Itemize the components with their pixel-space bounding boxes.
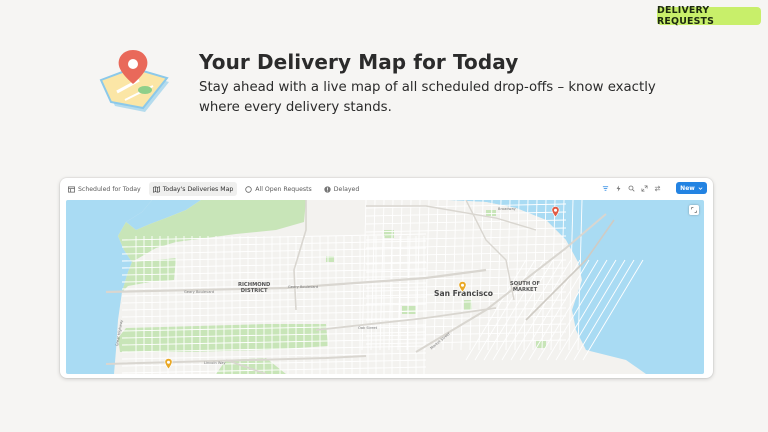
tab-label: Delayed [333,185,360,193]
delivery-pin-sf[interactable] [458,281,467,293]
map-fullscreen-button[interactable] [689,205,699,215]
view-tabs: Scheduled for Today Today's Deliveries M… [64,182,363,196]
map-label-oak: Oak Street [358,326,378,330]
map-label-broadway: Broadway [498,207,516,211]
page-title: Your Delivery Map for Today [199,50,519,74]
tab-todays-deliveries-map[interactable]: Today's Deliveries Map [148,182,238,196]
map-label-geary-east: Geary Boulevard [288,285,319,289]
map-label-geary: Geary Boulevard [184,290,215,294]
alert-icon [324,185,331,193]
tab-label: Today's Deliveries Map [162,185,234,193]
delivery-map[interactable]: RICHMOND DISTRICT San Francisco SOUTH OF… [66,200,704,374]
map-pin-illustration [95,44,177,118]
map-icon [152,185,160,193]
chevron-down-icon [698,186,703,190]
delivery-requests-badge: DELIVERY REQUESTS [657,5,761,27]
delivery-pin-northeast[interactable] [551,206,560,218]
tab-label: Scheduled for Today [78,185,141,193]
lightning-icon[interactable] [614,184,622,192]
map-label-soma: SOUTH OF MARKET [510,281,540,293]
view-tools [601,184,661,192]
new-button-label: New [680,184,695,192]
map-label-lincoln: Lincoln Way [204,361,226,365]
tab-all-open-requests[interactable]: All Open Requests [241,182,316,196]
expand-icon[interactable] [640,184,648,192]
map-canvas [66,200,704,374]
circle-icon [245,185,252,193]
page-subtitle: Stay ahead with a live map of all schedu… [199,80,656,115]
tab-scheduled-for-today[interactable]: Scheduled for Today [64,182,145,196]
delivery-pin-southwest[interactable] [164,358,173,370]
new-button[interactable]: New [676,182,707,194]
map-view-window: Scheduled for Today Today's Deliveries M… [60,178,713,378]
table-icon [68,185,75,193]
sort-icon[interactable] [653,184,661,192]
tab-label: All Open Requests [255,185,312,193]
search-icon[interactable] [627,184,635,192]
tab-delayed[interactable]: Delayed [320,182,363,196]
map-label-richmond: RICHMOND DISTRICT [238,282,271,294]
filter-icon[interactable] [601,184,609,192]
fullscreen-icon [691,207,697,213]
